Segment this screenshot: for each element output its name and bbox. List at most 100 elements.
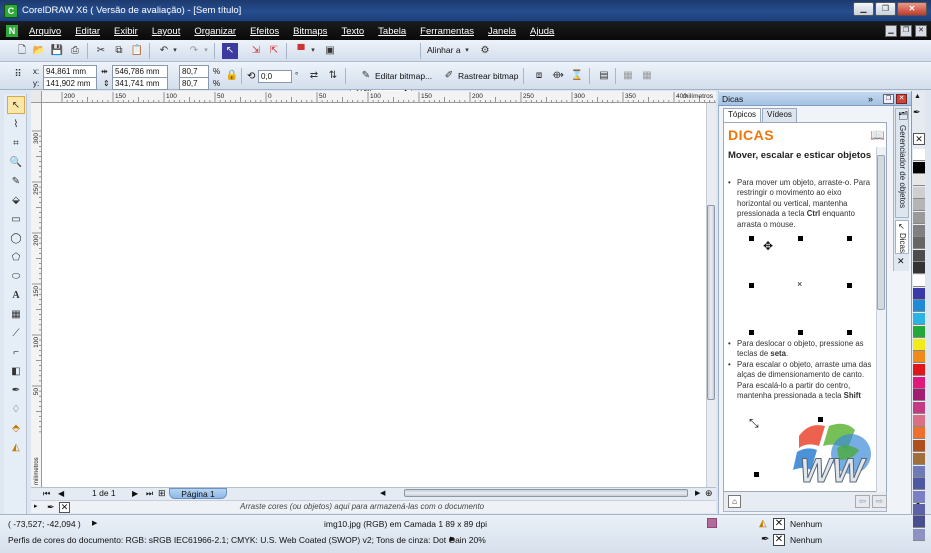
polygon-tool-icon[interactable]: ⬠: [7, 249, 25, 267]
color-swatch[interactable]: [913, 363, 925, 376]
menu-tabela[interactable]: Tabela: [371, 25, 413, 38]
color-swatch[interactable]: [913, 237, 925, 250]
home-icon[interactable]: ⌂: [728, 495, 741, 508]
document-icon[interactable]: N: [6, 25, 18, 37]
tab-tips[interactable]: ↖ Dicas: [895, 220, 909, 254]
mirror-vertical-icon[interactable]: ⇅: [325, 68, 341, 84]
color-swatch[interactable]: [913, 529, 925, 541]
maximize-button[interactable]: ❐: [875, 2, 896, 16]
doc-minimize-button[interactable]: ▁: [885, 25, 897, 37]
color-swatch[interactable]: [913, 338, 925, 351]
menu-janela[interactable]: Janela: [481, 25, 523, 38]
align-dropdown-icon[interactable]: ▾: [463, 43, 471, 59]
horizontal-ruler[interactable]: 200 150 100 50 0 50 100 150 200 250 300 350 400milím…: [42, 91, 716, 103]
menu-ferramentas[interactable]: Ferramentas: [413, 25, 481, 38]
basic-shapes-tool-icon[interactable]: ⬭: [7, 268, 25, 286]
tab-object-manager[interactable]: Gerenciador de objetos 🗂: [895, 108, 909, 218]
color-swatch[interactable]: [913, 325, 925, 338]
tab-videos[interactable]: Vídeos: [762, 108, 797, 122]
zoom-tool-icon[interactable]: 🔍: [7, 154, 25, 172]
color-profile-expand-icon[interactable]: ▶: [450, 535, 455, 543]
ellipse-tool-icon[interactable]: ◯: [7, 230, 25, 248]
scroll-left-icon[interactable]: ◀: [380, 489, 385, 497]
rotation-field[interactable]: 0,0: [258, 70, 292, 83]
scale-y-field[interactable]: 80,7: [179, 77, 209, 90]
color-swatch[interactable]: [913, 161, 925, 174]
dimension-tool-icon[interactable]: ⟋: [7, 325, 25, 343]
crop-bitmap-icon[interactable]: ⧈: [531, 68, 547, 84]
freehand-tool-icon[interactable]: ✎: [7, 173, 25, 191]
search-content-icon[interactable]: ↖: [222, 43, 238, 59]
add-page-icon[interactable]: ⊞: [158, 488, 166, 499]
color-swatch[interactable]: [913, 300, 925, 313]
color-swatch[interactable]: [913, 376, 925, 389]
menu-bitmaps[interactable]: Bitmaps: [286, 25, 334, 38]
save-icon[interactable]: 💾: [49, 43, 65, 59]
color-swatch[interactable]: [913, 427, 925, 440]
trace-bitmap-icon[interactable]: ✐: [441, 68, 457, 84]
height-field[interactable]: 341,741 mm: [112, 77, 168, 90]
color-swatch[interactable]: [913, 402, 925, 414]
redo-dropdown-icon[interactable]: ▾: [202, 43, 210, 59]
launcher-dropdown-icon[interactable]: ▾: [309, 43, 317, 59]
tips-scroll-thumb[interactable]: [877, 155, 885, 310]
redo-icon[interactable]: ↷: [186, 43, 202, 59]
menu-layout[interactable]: Layout: [145, 25, 188, 38]
color-swatch[interactable]: [913, 186, 925, 199]
palette-scroll-up-icon[interactable]: ▲: [914, 93, 921, 100]
last-page-icon[interactable]: ⏭: [146, 489, 153, 499]
docker-close-icon[interactable]: ✕: [896, 94, 907, 104]
minimize-button[interactable]: ▁: [853, 2, 874, 16]
pick-tool-icon[interactable]: ↖: [7, 96, 25, 114]
options-icon[interactable]: ⚙: [477, 43, 493, 59]
copy-icon[interactable]: ⧉: [111, 43, 127, 59]
palette-no-color-swatch[interactable]: ✕: [913, 133, 925, 145]
previous-page-icon[interactable]: ◀: [58, 489, 64, 498]
smart-fill-tool-icon[interactable]: ⬙: [7, 192, 25, 210]
color-swatch[interactable]: [913, 212, 925, 224]
docker-restore-icon[interactable]: ❐: [883, 94, 894, 104]
color-swatch[interactable]: [913, 199, 925, 212]
welcome-screen-icon[interactable]: ▣: [322, 43, 338, 59]
lock-ratio-icon[interactable]: 🔒: [224, 68, 240, 84]
cut-icon[interactable]: ✂: [93, 43, 109, 59]
close-button[interactable]: ✕: [897, 2, 927, 16]
back-icon[interactable]: ⇦: [855, 495, 870, 508]
color-swatch[interactable]: [913, 440, 925, 453]
ungroup-icon[interactable]: ▦: [639, 68, 655, 84]
doc-close-button[interactable]: ✕: [915, 25, 927, 37]
color-swatch[interactable]: [913, 224, 925, 237]
color-swatch[interactable]: [913, 249, 925, 262]
menu-texto[interactable]: Texto: [334, 25, 371, 38]
vertical-ruler[interactable]: 300 250 200 150 100 50 milímetros: [31, 103, 42, 487]
undo-icon[interactable]: ↶: [156, 43, 172, 59]
paste-icon[interactable]: 📋: [129, 43, 145, 59]
color-swatch[interactable]: [913, 478, 925, 491]
color-swatch[interactable]: [913, 262, 925, 275]
page-tab[interactable]: Página 1: [169, 488, 227, 499]
color-swatch[interactable]: [913, 490, 925, 503]
outline-none-swatch[interactable]: ✕: [773, 534, 785, 546]
color-eyedropper-icon[interactable]: ✒: [7, 382, 25, 400]
palette-menu-icon[interactable]: ▸: [34, 502, 38, 510]
ruler-corner[interactable]: [31, 91, 42, 103]
eyedropper-icon[interactable]: ✒: [47, 502, 55, 513]
edit-bitmap-button[interactable]: Editar bitmap...: [375, 69, 432, 83]
color-profiles[interactable]: Perfis de cores do documento: RGB: sRGB …: [8, 535, 486, 545]
color-swatch[interactable]: [913, 149, 925, 161]
wrap-text-icon[interactable]: ▤: [596, 68, 612, 84]
color-proof-icon[interactable]: [707, 518, 717, 528]
color-swatch[interactable]: [913, 516, 925, 529]
forward-icon[interactable]: ⇨: [872, 495, 887, 508]
tab-topics[interactable]: Tópicos: [723, 108, 762, 122]
menu-organizar[interactable]: Organizar: [187, 25, 243, 38]
table-tool-icon[interactable]: ▦: [7, 306, 25, 324]
menu-arquivo[interactable]: Arquivo: [22, 25, 68, 38]
fill-none-swatch[interactable]: ✕: [773, 518, 785, 530]
interactive-fill-icon[interactable]: ◭: [7, 439, 25, 457]
new-document-icon[interactable]: 🗋: [14, 43, 30, 59]
next-page-icon[interactable]: ▶: [132, 489, 138, 498]
drawing-canvas[interactable]: [42, 103, 706, 487]
group-icon[interactable]: ▦: [620, 68, 636, 84]
horizontal-scroll-thumb[interactable]: [404, 489, 688, 497]
